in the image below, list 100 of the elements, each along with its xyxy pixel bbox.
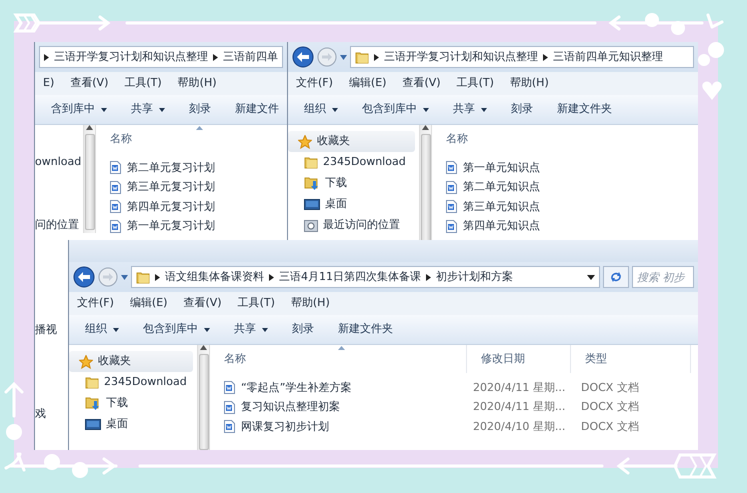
file-name[interactable]: 第二单元复习计划: [127, 160, 215, 176]
column-header[interactable]: 名称: [96, 125, 287, 153]
scrollbar-thumb[interactable]: [198, 354, 208, 450]
search-field[interactable]: 搜索 初步: [632, 266, 694, 288]
caret-icon: [332, 108, 338, 112]
refresh-button[interactable]: [603, 266, 629, 288]
nav-item[interactable]: ownload: [35, 154, 82, 171]
toolbar-button[interactable]: 包含到库中: [352, 99, 439, 120]
toolbar-button[interactable]: 组织: [75, 319, 129, 340]
back-button[interactable]: [292, 46, 314, 68]
menu-item[interactable]: 文件(F): [69, 295, 122, 312]
menu-item[interactable]: 帮助(H): [170, 75, 225, 92]
chevron-icon: [374, 54, 379, 60]
toolbar-button[interactable]: 刻录: [501, 99, 543, 120]
menu-item[interactable]: 工具(T): [116, 75, 170, 92]
menu-item[interactable]: 工具(T): [448, 75, 502, 92]
file-name[interactable]: “零起点”学生补差方案: [241, 380, 352, 396]
nav-item[interactable]: 戏: [35, 406, 46, 423]
star-icon: [79, 354, 93, 368]
nav-item[interactable]: 问的位置: [35, 217, 79, 234]
toolbar-button[interactable]: 共享: [443, 99, 497, 120]
breadcrumb-item[interactable]: 三语开学复习计划和知识点整理: [384, 48, 538, 66]
address-bar[interactable]: 三语开学复习计划和知识点整理 三语前四单: [39, 46, 283, 68]
scrollbar-thumb[interactable]: [84, 134, 94, 230]
history-dropdown-icon[interactable]: [121, 274, 128, 280]
nav-item[interactable]: 桌面: [69, 414, 197, 435]
menu-item[interactable]: E): [35, 75, 62, 92]
download-folder-icon: [304, 176, 320, 191]
desktop-icon: [85, 418, 101, 430]
caret-icon: [159, 108, 165, 112]
document-icon: [446, 180, 457, 194]
document-icon: [110, 200, 121, 214]
caret-icon: [262, 328, 268, 332]
nav-item[interactable]: 下载: [69, 393, 197, 414]
toolbar-button[interactable]: 组织: [294, 99, 348, 120]
menu-item[interactable]: 帮助(H): [502, 75, 557, 92]
toolbar-button[interactable]: 包含到库中: [133, 319, 220, 340]
caret-icon: [481, 108, 487, 112]
file-name[interactable]: 复习知识点整理初案: [241, 399, 340, 416]
caret-icon: [204, 328, 210, 332]
toolbar-button[interactable]: 共享: [121, 99, 175, 120]
toolbar-button[interactable]: 刻录: [179, 99, 221, 120]
nav-item[interactable]: 最近访问的位置: [288, 215, 419, 236]
file-name[interactable]: 第四单元复习计划: [127, 198, 215, 215]
scrollbar[interactable]: [83, 125, 96, 233]
address-bar[interactable]: 语文组集体备课资料 三语4月11日第四次集体备课 初步计划和方案: [131, 266, 600, 288]
document-icon: [224, 400, 235, 414]
scrollbar[interactable]: [197, 345, 210, 450]
file-type: DOCX 文档: [580, 399, 639, 415]
file-type: DOCX 文档: [580, 380, 639, 396]
file-name[interactable]: 第四单元知识点: [463, 218, 540, 234]
toolbar-button[interactable]: 新建文件: [225, 99, 287, 120]
history-dropdown-icon[interactable]: [340, 54, 347, 60]
scrollbar[interactable]: [419, 125, 432, 242]
menu-item[interactable]: 查看(V): [62, 75, 116, 92]
breadcrumb-item[interactable]: 三语开学复习计划和知识点整理: [54, 48, 208, 66]
nav-item[interactable]: 2345Download: [69, 372, 197, 393]
file-name[interactable]: 第一单元复习计划: [127, 218, 215, 234]
dropdown-icon[interactable]: [587, 274, 595, 280]
toolbar-button[interactable]: 新建文件夹: [328, 319, 403, 340]
column-header[interactable]: 类型: [571, 345, 691, 373]
menu-item[interactable]: 编辑(E): [340, 75, 394, 92]
column-header[interactable]: 名称: [432, 125, 632, 153]
file-name[interactable]: 第三单元复习计划: [127, 179, 215, 196]
breadcrumb-item[interactable]: 三语4月11日第四次集体备课: [279, 268, 421, 286]
file-name[interactable]: 第一单元知识点: [463, 160, 540, 176]
folder-icon: [136, 270, 150, 284]
toolbar-button[interactable]: 共享: [224, 319, 278, 340]
file-name[interactable]: 第三单元知识点: [463, 198, 540, 215]
column-header[interactable]: 修改日期: [467, 345, 571, 373]
file-name[interactable]: 第二单元知识点: [463, 179, 540, 196]
menu-item[interactable]: 工具(T): [230, 295, 283, 312]
folder-icon: [85, 376, 99, 389]
chevron-icon: [44, 54, 49, 60]
toolbar-button[interactable]: 新建文件夹: [547, 99, 622, 120]
file-name[interactable]: 网课复习初步计划: [241, 418, 329, 435]
menu-item[interactable]: 查看(V): [175, 295, 230, 312]
breadcrumb-item[interactable]: 语文组集体备课资料: [165, 268, 264, 286]
breadcrumb-item[interactable]: 三语前四单: [223, 48, 278, 66]
download-folder-icon: [85, 396, 101, 411]
refresh-icon: [609, 270, 623, 284]
nav-item[interactable]: 桌面: [288, 194, 419, 215]
breadcrumb-item[interactable]: 初步计划和方案: [436, 268, 513, 286]
chevron-icon: [426, 274, 431, 280]
breadcrumb-item[interactable]: 三语前四单元知识整理: [553, 48, 663, 66]
menu-item[interactable]: 编辑(E): [122, 295, 176, 312]
menu-item[interactable]: 查看(V): [394, 75, 449, 92]
toolbar-button[interactable]: 刻录: [282, 319, 324, 340]
nav-item[interactable]: 下载: [288, 173, 419, 194]
sort-arrow-icon: [196, 126, 203, 130]
menu-item[interactable]: 文件(F): [288, 75, 341, 92]
nav-item[interactable]: 2345Download: [288, 152, 419, 173]
menu-item[interactable]: 帮助(H): [282, 295, 338, 312]
back-button[interactable]: [73, 266, 95, 288]
toolbar-button[interactable]: 含到库中: [41, 99, 117, 120]
address-bar[interactable]: 三语开学复习计划和知识点整理 三语前四单元知识整理: [350, 46, 694, 68]
scrollbar-thumb[interactable]: [420, 134, 430, 242]
nav-item[interactable]: 播视: [35, 322, 57, 339]
chevron-icon: [543, 54, 548, 60]
column-header[interactable]: 名称: [210, 345, 467, 373]
